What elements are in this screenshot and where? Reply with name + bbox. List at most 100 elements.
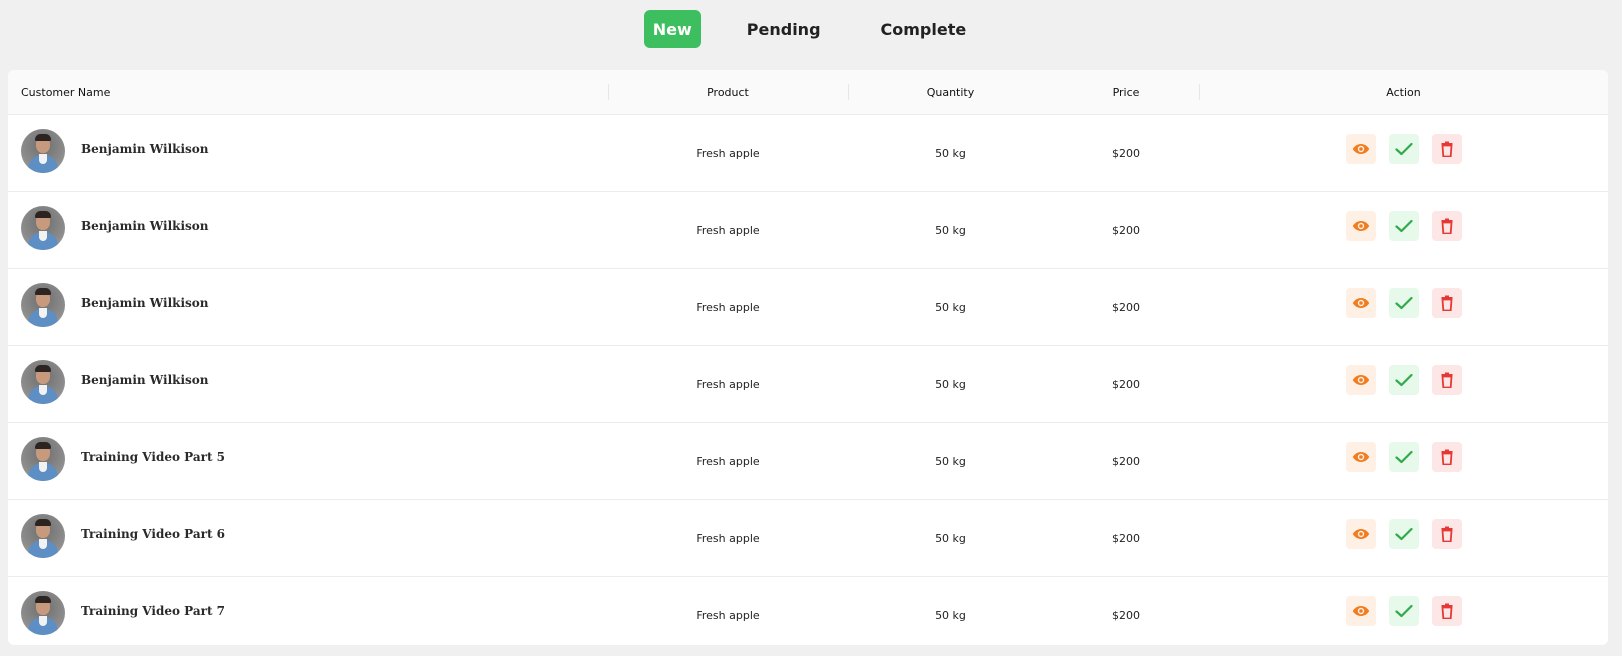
header-quantity: Quantity [848, 70, 1053, 114]
price-cell: $200 [1112, 300, 1140, 314]
trash-icon [1441, 526, 1452, 542]
action-cell [1199, 500, 1608, 576]
customer-cell: Benjamin Wilkison [8, 269, 608, 345]
view-button[interactable] [1345, 442, 1376, 472]
tab-new[interactable]: New [643, 10, 701, 48]
approve-button[interactable] [1388, 365, 1419, 395]
table-row: Benjamin Wilkison Fresh apple 50 kg $200 [8, 269, 1608, 346]
customer-name: Benjamin Wilkison [81, 142, 209, 156]
customer-name: Benjamin Wilkison [81, 219, 209, 233]
table-row: Training Video Part 5 Fresh apple 50 kg … [8, 423, 1608, 500]
eye-icon [1352, 606, 1369, 616]
product-cell: Fresh apple [696, 454, 760, 468]
delete-button[interactable] [1431, 288, 1462, 318]
trash-icon [1441, 218, 1452, 234]
customer-name: Training Video Part 7 [81, 604, 226, 618]
status-tabs: New Pending Complete [0, 10, 1622, 48]
view-button[interactable] [1345, 134, 1376, 164]
table-row: Benjamin Wilkison Fresh apple 50 kg $200 [8, 346, 1608, 423]
delete-button[interactable] [1431, 365, 1462, 395]
delete-button[interactable] [1431, 519, 1462, 549]
price-cell: $200 [1112, 531, 1140, 545]
action-cell [1199, 269, 1608, 345]
orders-table: Customer Name Product Quantity Price Act… [8, 70, 1608, 645]
table-row: Training Video Part 6 Fresh apple 50 kg … [8, 500, 1608, 577]
customer-cell: Benjamin Wilkison [8, 115, 608, 191]
price-cell: $200 [1112, 146, 1140, 160]
tab-complete[interactable]: Complete [869, 10, 979, 48]
check-icon [1394, 142, 1413, 156]
eye-icon [1352, 529, 1369, 539]
table-row: Benjamin Wilkison Fresh apple 50 kg $200 [8, 192, 1608, 269]
header-price: Price [1112, 85, 1140, 99]
approve-button[interactable] [1388, 442, 1419, 472]
approve-button[interactable] [1388, 596, 1419, 626]
view-button[interactable] [1345, 365, 1376, 395]
product-cell: Fresh apple [696, 608, 760, 622]
header-product: Product [608, 70, 848, 114]
price-cell: $200 [1112, 608, 1140, 622]
approve-button[interactable] [1388, 288, 1419, 318]
customer-cell: Training Video Part 7 [8, 577, 608, 645]
action-cell [1199, 346, 1608, 422]
price-cell: $200 [1112, 223, 1140, 237]
quantity-cell: 50 kg [935, 300, 966, 314]
customer-name: Training Video Part 5 [81, 450, 226, 464]
price-cell: $200 [1112, 454, 1140, 468]
customer-name: Benjamin Wilkison [81, 373, 209, 387]
customer-name: Benjamin Wilkison [81, 296, 209, 310]
trash-icon [1441, 141, 1452, 157]
avatar [21, 129, 65, 173]
eye-icon [1352, 375, 1369, 385]
view-button[interactable] [1345, 288, 1376, 318]
check-icon [1394, 450, 1413, 464]
quantity-cell: 50 kg [935, 146, 966, 160]
eye-icon [1352, 144, 1369, 154]
customer-cell: Benjamin Wilkison [8, 192, 608, 268]
customer-cell: Benjamin Wilkison [8, 346, 608, 422]
approve-button[interactable] [1388, 134, 1419, 164]
quantity-cell: 50 kg [935, 454, 966, 468]
trash-icon [1441, 449, 1452, 465]
quantity-cell: 50 kg [935, 608, 966, 622]
table-row: Benjamin Wilkison Fresh apple 50 kg $200 [8, 115, 1608, 192]
action-cell [1199, 192, 1608, 268]
check-icon [1394, 527, 1413, 541]
action-cell [1199, 577, 1608, 645]
view-button[interactable] [1345, 596, 1376, 626]
customer-cell: Training Video Part 5 [8, 423, 608, 499]
delete-button[interactable] [1431, 134, 1462, 164]
action-cell [1199, 423, 1608, 499]
avatar [21, 360, 65, 404]
view-button[interactable] [1345, 519, 1376, 549]
delete-button[interactable] [1431, 211, 1462, 241]
trash-icon [1441, 295, 1452, 311]
table-row: Training Video Part 7 Fresh apple 50 kg … [8, 577, 1608, 645]
header-customer-name: Customer Name [21, 85, 111, 99]
quantity-cell: 50 kg [935, 223, 966, 237]
check-icon [1394, 296, 1413, 310]
header-action: Action [1199, 70, 1608, 114]
delete-button[interactable] [1431, 596, 1462, 626]
customer-cell: Training Video Part 6 [8, 500, 608, 576]
price-cell: $200 [1112, 377, 1140, 391]
avatar [21, 283, 65, 327]
delete-button[interactable] [1431, 442, 1462, 472]
product-cell: Fresh apple [696, 531, 760, 545]
avatar [21, 437, 65, 481]
approve-button[interactable] [1388, 519, 1419, 549]
approve-button[interactable] [1388, 211, 1419, 241]
check-icon [1394, 219, 1413, 233]
avatar [21, 591, 65, 635]
eye-icon [1352, 221, 1369, 231]
eye-icon [1352, 452, 1369, 462]
product-cell: Fresh apple [696, 223, 760, 237]
tab-pending[interactable]: Pending [735, 10, 833, 48]
quantity-cell: 50 kg [935, 531, 966, 545]
avatar [21, 514, 65, 558]
check-icon [1394, 604, 1413, 618]
trash-icon [1441, 603, 1452, 619]
product-cell: Fresh apple [696, 300, 760, 314]
view-button[interactable] [1345, 211, 1376, 241]
check-icon [1394, 373, 1413, 387]
